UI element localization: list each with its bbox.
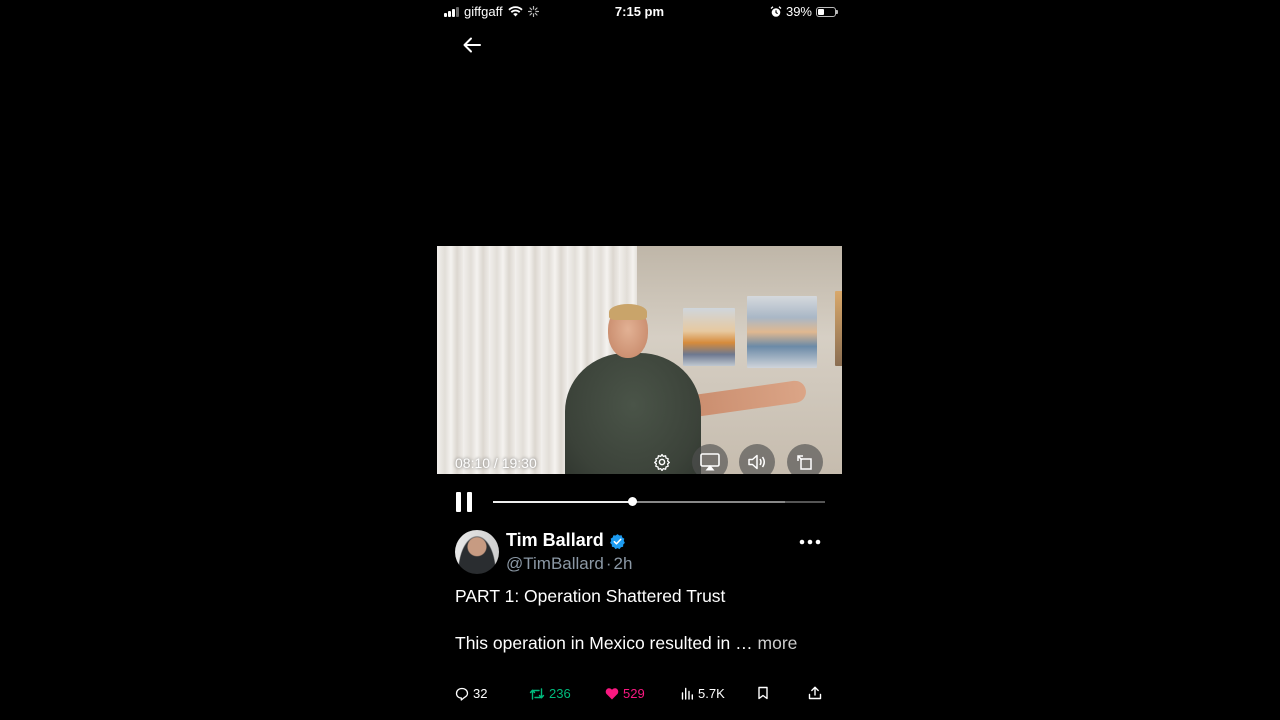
like-button[interactable]: 529 [605, 686, 645, 701]
like-count: 529 [623, 686, 645, 701]
pause-button[interactable] [456, 492, 474, 512]
video-time-display: 08:10 / 19:30 [455, 455, 537, 471]
video-player[interactable]: 08:10 / 19:30 [437, 246, 842, 474]
progress-knob[interactable] [627, 497, 637, 506]
tweet-title: PART 1: Operation Shattered Trust [455, 586, 726, 606]
status-bar: giffgaff 7:15 pm 39% [437, 0, 842, 22]
back-arrow-icon[interactable] [461, 34, 483, 56]
phone-screen: giffgaff 7:15 pm 39% 08:10 / 19:30 Tim B… [437, 0, 842, 720]
airplay-icon [700, 453, 720, 471]
repost-count: 236 [549, 686, 571, 701]
share-icon [808, 686, 822, 700]
settings-button[interactable] [644, 444, 680, 474]
views-chart-icon [681, 687, 693, 700]
bookmark-button[interactable] [757, 686, 769, 700]
volume-icon [748, 454, 765, 470]
post-age[interactable]: 2h [614, 554, 633, 573]
author-handle[interactable]: @TimBallard [506, 554, 604, 573]
rotate-button[interactable] [787, 444, 823, 474]
reply-button[interactable]: 32 [455, 686, 487, 701]
handle-line: @TimBallard · 2h [506, 554, 632, 574]
rotate-icon [797, 455, 812, 470]
battery-percent: 39% [785, 4, 812, 19]
avatar[interactable] [455, 530, 499, 574]
repost-button[interactable]: 236 [529, 686, 571, 701]
progress-fill [493, 501, 633, 503]
separator-dot: · [605, 554, 612, 573]
battery-icon [816, 6, 838, 17]
alarm-icon [770, 5, 782, 17]
wall-painting [835, 291, 842, 366]
repost-icon [529, 687, 545, 700]
airplay-button[interactable] [692, 444, 728, 474]
settings-icon [654, 453, 670, 471]
reply-count: 32 [473, 686, 488, 701]
person-hair [609, 304, 647, 320]
more-options-icon[interactable] [799, 534, 821, 550]
wall-painting [683, 308, 735, 366]
status-right: 39% [770, 4, 838, 19]
person-body [565, 353, 701, 474]
heart-icon [605, 688, 619, 700]
share-button[interactable] [808, 686, 822, 700]
tweet-body: This operation in Mexico resulted in … m… [455, 633, 797, 654]
reply-icon [455, 687, 469, 701]
author-name[interactable]: Tim Ballard [506, 530, 604, 551]
tweet-body-text: This operation in Mexico resulted in … [455, 633, 753, 653]
progress-bar[interactable] [493, 501, 825, 503]
views-button[interactable]: 5.7K [681, 686, 725, 701]
volume-button[interactable] [739, 444, 775, 474]
wall-painting [747, 296, 817, 368]
view-count: 5.7K [698, 686, 725, 701]
verified-badge-icon [610, 534, 625, 550]
bookmark-icon [758, 686, 768, 700]
show-more-link[interactable]: more [758, 633, 798, 653]
